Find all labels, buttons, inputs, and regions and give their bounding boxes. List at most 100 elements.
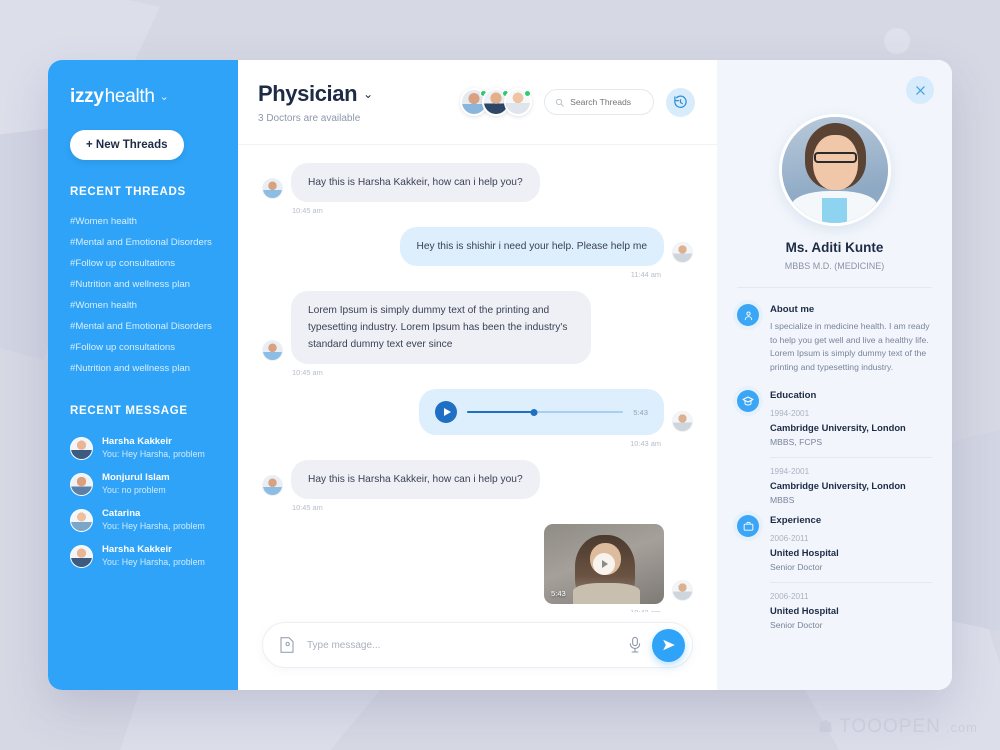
list-item[interactable]: Catarina You: Hey Harsha, problem: [48, 502, 238, 538]
message-timestamp: 10:45 am: [292, 368, 323, 377]
thread-item[interactable]: #Nutrition and wellness plan: [48, 274, 238, 295]
history-button[interactable]: [666, 87, 695, 117]
contact-name: Catarina: [102, 508, 141, 519]
send-button[interactable]: [652, 628, 685, 662]
avatar: [70, 544, 93, 568]
entry-role: Senior Doctor: [770, 562, 823, 572]
message-list: Hay this is Harsha Kakkeir, how can i he…: [238, 145, 717, 612]
video-message[interactable]: 5:43: [544, 524, 664, 604]
avatar: [70, 508, 93, 532]
logo-text-primary: izzy: [70, 86, 104, 107]
thread-item[interactable]: #Mental and Emotional Disorders: [48, 316, 238, 337]
experience-entry: 2006-2011 United Hospital Senior Doctor: [770, 534, 932, 572]
app-window: izzy health ⌄ + New Threads RECENT THREAD…: [48, 60, 952, 690]
profile-degree: MBBS M.D. (MEDICINE): [784, 261, 885, 271]
entry-place: Cambridge University, London: [770, 422, 906, 433]
entry-years: 1994-2001: [770, 409, 810, 418]
avatar: [262, 475, 283, 496]
entry-role: MBBS: [770, 495, 795, 505]
message-row: 5:43: [262, 389, 693, 435]
message-preview: You: no problem: [102, 485, 166, 495]
education-entry: 1994-2001 Cambridge University, London M…: [770, 457, 932, 505]
recent-threads-heading: RECENT THREADS: [70, 186, 186, 198]
attachment-icon[interactable]: [279, 636, 295, 654]
play-icon[interactable]: [435, 401, 457, 423]
user-icon: [737, 304, 759, 326]
message-row: Hay this is Harsha Kakkeir, how can i he…: [262, 460, 693, 499]
thread-item[interactable]: #Follow up consultations: [48, 253, 238, 274]
thread-item[interactable]: #Women health: [48, 211, 238, 232]
entry-years: 2006-2011: [770, 534, 809, 543]
search-icon: [555, 98, 564, 107]
chevron-down-icon[interactable]: ⌄: [160, 90, 169, 103]
contact-name: Monjurul Islam: [102, 472, 170, 483]
play-icon[interactable]: [593, 553, 615, 575]
history-clock-icon: [674, 94, 687, 108]
search-box[interactable]: [544, 89, 654, 115]
education-section: Education 1994-2001 Cambridge University…: [737, 390, 932, 505]
entry-role: MBBS, FCPS: [770, 437, 823, 447]
chevron-down-icon[interactable]: ⌄: [363, 87, 373, 101]
education-entry: 1994-2001 Cambridge University, London M…: [770, 409, 932, 447]
recent-message-list: Harsha Kakkeir You: Hey Harsha, problem …: [48, 430, 238, 574]
logo-text-secondary: health: [104, 86, 155, 107]
avatar[interactable]: [504, 88, 532, 116]
watermark-suffix: .com: [945, 719, 978, 735]
watermark-logo-icon: ☗: [817, 717, 835, 736]
page-title[interactable]: Physician ⌄: [258, 81, 466, 107]
new-thread-button[interactable]: + New Threads: [70, 130, 184, 160]
close-button[interactable]: [906, 76, 934, 104]
close-icon: [915, 85, 925, 95]
header-title-group: Physician ⌄ 3 Doctors are available: [258, 81, 466, 124]
thread-item[interactable]: #Nutrition and wellness plan: [48, 358, 238, 379]
message-preview: You: Hey Harsha, problem: [102, 557, 205, 567]
doctors-available-label: 3 Doctors are available: [258, 112, 361, 124]
entry-place: United Hospital: [770, 547, 839, 558]
divider: [737, 287, 932, 288]
list-item[interactable]: Harsha Kakkeir You: Hey Harsha, problem: [48, 430, 238, 466]
send-icon: [662, 639, 675, 651]
avatar: [70, 472, 93, 496]
watermark: ☗ TOOOPEN .com: [818, 716, 978, 738]
chat-panel: Physician ⌄ 3 Doctors are available Sear…: [238, 60, 717, 690]
thread-item[interactable]: #Follow up consultations: [48, 337, 238, 358]
list-item[interactable]: Harsha Kakkeir You: Hey Harsha, problem: [48, 538, 238, 574]
message-input[interactable]: [307, 639, 628, 651]
avatar: [672, 242, 693, 263]
list-item[interactable]: Monjurul Islam You: no problem: [48, 466, 238, 502]
background-circle: [884, 28, 910, 54]
audio-duration: 5:43: [633, 407, 648, 417]
composer-area: [238, 612, 717, 690]
message-bubble: Lorem Ipsum is simply dummy text of the …: [291, 291, 591, 364]
watermark-text: TOOOPEN: [839, 716, 941, 737]
experience-section: Experience 2006-2011 United Hospital Sen…: [737, 515, 932, 630]
thread-item[interactable]: #Women health: [48, 295, 238, 316]
search-input[interactable]: [570, 97, 643, 107]
avatar: [262, 340, 283, 361]
thread-list: #Women health #Mental and Emotional Diso…: [48, 211, 238, 379]
avatar: [672, 580, 693, 601]
status-badge: [524, 90, 531, 97]
message-preview: You: Hey Harsha, problem: [102, 521, 205, 531]
online-doctors-avatars: [460, 88, 532, 116]
app-logo[interactable]: izzy health ⌄: [48, 86, 238, 108]
experience-title: Experience: [770, 515, 822, 526]
avatar: [262, 178, 283, 199]
message-preview: You: Hey Harsha, problem: [102, 449, 205, 459]
message-row: Hey this is shishir i need your help. Pl…: [262, 227, 693, 266]
thread-item[interactable]: #Mental and Emotional Disorders: [48, 232, 238, 253]
contact-name: Harsha Kakkeir: [102, 544, 172, 555]
recent-message-heading: RECENT MESSAGE: [70, 405, 188, 417]
message-bubble: Hay this is Harsha Kakkeir, how can i he…: [291, 163, 540, 202]
message-composer[interactable]: [262, 622, 693, 668]
message-timestamp: 10:45 am: [292, 503, 323, 512]
chat-header: Physician ⌄ 3 Doctors are available: [238, 60, 717, 145]
audio-message[interactable]: 5:43: [419, 389, 664, 435]
message-timestamp: 10:45 am: [292, 206, 323, 215]
entry-role: Senior Doctor: [770, 620, 823, 630]
message-bubble: Hey this is shishir i need your help. Pl…: [399, 227, 664, 266]
avatar: [70, 436, 93, 460]
audio-progress-slider[interactable]: [467, 406, 624, 418]
education-title: Education: [770, 390, 817, 401]
microphone-icon[interactable]: [628, 636, 642, 654]
